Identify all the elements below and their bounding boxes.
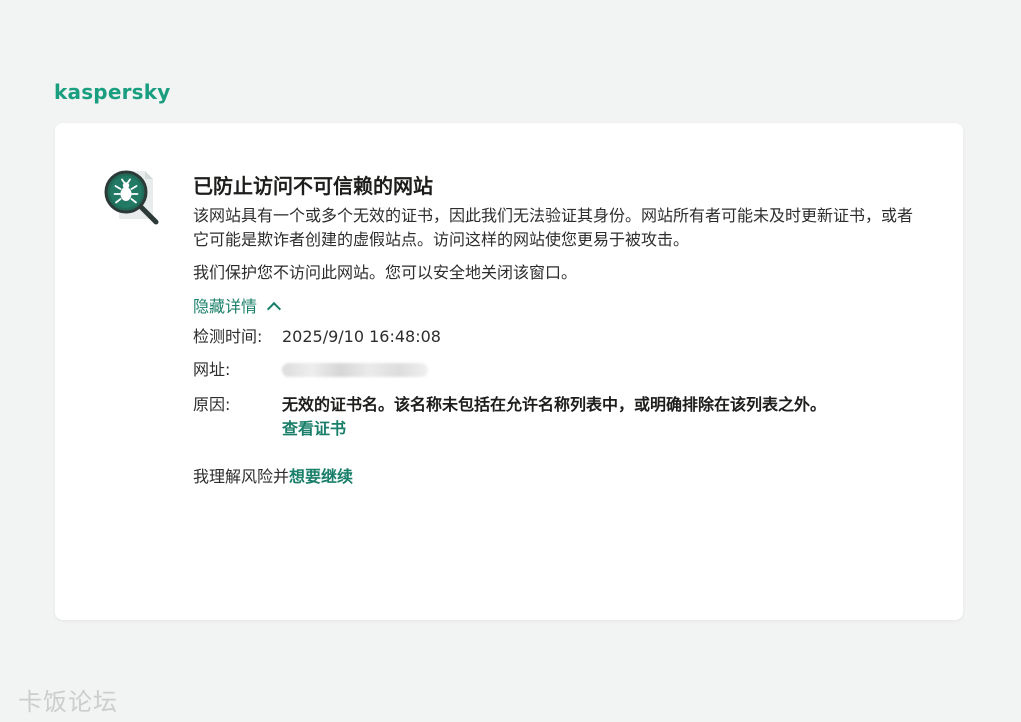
protection-note: 我们保护您不访问此网站。您可以安全地关闭该窗口。 [193, 263, 578, 282]
details-section: 检测时间: 2025/9/10 16:48:08 网址: 原因: 无效的证书名。… [193, 325, 913, 441]
hide-details-label: 隐藏详情 [193, 297, 258, 316]
alert-description: 该网站具有一个或多个无效的证书，因此我们无法验证其身份。网站所有者可能未及时更新… [193, 206, 914, 249]
reason-value-block: 无效的证书名。该名称未包括在允许名称列表中，或明确排除在该列表之外。 查看证书 [282, 393, 902, 441]
detect-time-value: 2025/9/10 16:48:08 [282, 327, 441, 346]
chevron-up-icon [266, 301, 282, 317]
continue-line: 我理解风险并想要继续 [193, 465, 913, 489]
detect-time-row: 检测时间: 2025/9/10 16:48:08 [193, 325, 913, 349]
reason-row: 原因: 无效的证书名。该名称未包括在允许名称列表中，或明确排除在该列表之外。 查… [193, 393, 913, 441]
continue-prefix: 我理解风险并 [193, 467, 290, 486]
detect-time-label: 检测时间: [193, 327, 263, 346]
redacted-url-blur [282, 363, 428, 377]
reason-label: 原因: [193, 395, 231, 414]
view-certificate-link[interactable]: 查看证书 [282, 417, 902, 441]
hide-details-toggle[interactable]: 隐藏详情 [193, 295, 282, 319]
kaspersky-logo: kaspersky [54, 80, 171, 104]
url-row: 网址: [193, 358, 913, 384]
continue-link[interactable]: 想要继续 [289, 467, 353, 486]
alert-title: 已防止访问不可信赖的网站 [193, 174, 433, 198]
alert-content: 已防止访问不可信赖的网站 该网站具有一个或多个无效的证书，因此我们无法验证其身份… [193, 172, 913, 489]
url-label: 网址: [193, 360, 231, 379]
reason-value: 无效的证书名。该名称未包括在允许名称列表中，或明确排除在该列表之外。 [282, 395, 827, 414]
magnifier-bug-icon [101, 167, 163, 229]
forum-watermark: 卡饭论坛 [18, 688, 118, 716]
alert-card: 已防止访问不可信赖的网站 该网站具有一个或多个无效的证书，因此我们无法验证其身份… [55, 123, 963, 620]
url-value-redacted [282, 358, 428, 384]
